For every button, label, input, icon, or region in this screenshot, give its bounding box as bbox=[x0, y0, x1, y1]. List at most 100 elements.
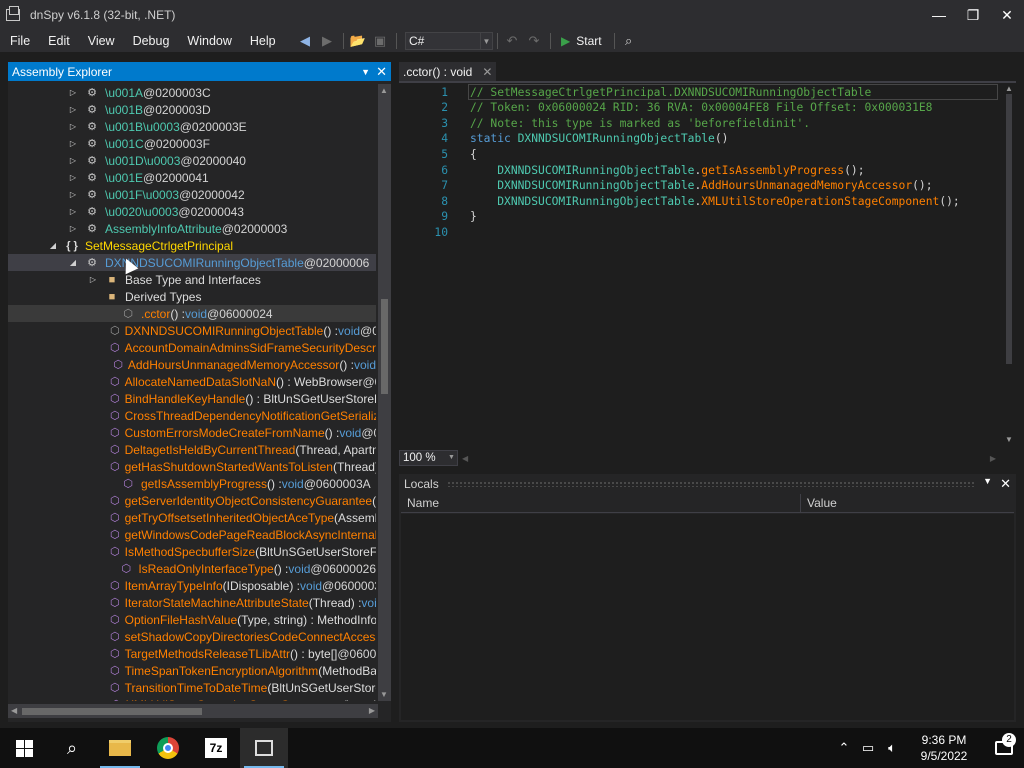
tree-item-method[interactable]: ⬡ getServerIdentityObjectConsistencyGuara… bbox=[8, 492, 376, 509]
navigate-back-icon[interactable]: ◀ bbox=[295, 32, 315, 50]
scroll-down-icon[interactable]: ▼ bbox=[1005, 435, 1013, 444]
code-line[interactable]: 8 DXNNDSUCOMIRunningObjectTable.XMLUtilS… bbox=[399, 193, 999, 209]
maximize-button[interactable]: ❐ bbox=[956, 0, 990, 30]
close-panel-icon[interactable]: ✕ bbox=[1000, 476, 1011, 492]
7zip-taskbar-button[interactable]: 7z bbox=[192, 728, 240, 768]
clock[interactable]: 9:36 PM 9/5/2022 bbox=[904, 732, 984, 764]
tree-item-method[interactable]: ⬡ CrossThreadDependencyNotificationGetSer… bbox=[8, 407, 376, 424]
expand-arrow-icon[interactable]: ◢ bbox=[48, 241, 58, 250]
drag-grip[interactable] bbox=[446, 480, 976, 487]
tree-item-method[interactable]: ⬡ getIsAssemblyProgress() : void @0600003… bbox=[8, 475, 376, 492]
tree-item-method[interactable]: ⬡ getTryOffsetsetInheritedObjectAceType (A… bbox=[8, 509, 376, 526]
tree-horizontal-scrollbar[interactable]: ◀ ▶ bbox=[8, 704, 378, 718]
minimize-button[interactable]: — bbox=[922, 0, 956, 30]
start-menu-button[interactable] bbox=[0, 728, 48, 768]
tree-item-type[interactable]: ▷ ⚙ \u001B @0200003D bbox=[8, 101, 376, 118]
tree-item-type[interactable]: ▷ ⚙ \u001D\u0003 @02000040 bbox=[8, 152, 376, 169]
action-center-button[interactable]: 2 bbox=[984, 733, 1024, 755]
code-line[interactable]: 3 // Note: this type is marked as 'before… bbox=[399, 115, 999, 131]
expand-arrow-icon[interactable]: ▷ bbox=[68, 105, 78, 114]
editor-horizontal-scrollbar[interactable]: ◀ ▶ bbox=[458, 451, 1016, 465]
code-line[interactable]: 2 // Token: 0x06000024 RID: 36 RVA: 0x000… bbox=[399, 100, 999, 116]
tree-item-namespace[interactable]: ◢ { } SetMessageCtrlgetPrincipal bbox=[8, 237, 376, 254]
expand-arrow-icon[interactable]: ▷ bbox=[68, 122, 78, 131]
tree-item-method[interactable]: ⬡ .cctor() : void @06000024 bbox=[8, 305, 376, 322]
tree-item-method[interactable]: ⬡ IteratorStateMachineAttributeState (Thre… bbox=[8, 594, 376, 611]
code-view[interactable]: 1 // SetMessageCtrlgetPrincipal.DXNNDSUCO… bbox=[399, 84, 999, 444]
tree-vertical-scrollbar[interactable]: ▲ ▼ bbox=[378, 84, 391, 701]
tab-cctor[interactable]: .cctor() : void ✕ bbox=[399, 62, 497, 81]
panel-menu-icon[interactable]: ▼ bbox=[361, 67, 370, 77]
tree-item-method[interactable]: ⬡ DeltagetIsHeldByCurrentThread (Thread, A… bbox=[8, 441, 376, 458]
menu-debug[interactable]: Debug bbox=[123, 34, 178, 48]
menu-window[interactable]: Window bbox=[177, 34, 239, 48]
search-taskbar-button[interactable]: ⌕ bbox=[48, 728, 96, 768]
code-line[interactable]: 9} bbox=[399, 209, 999, 225]
scroll-thumb[interactable] bbox=[1006, 94, 1012, 364]
tree-item-method[interactable]: ⬡ BindHandleKeyHandle() : BltUnSGetUserSt… bbox=[8, 390, 376, 407]
tree-item-type[interactable]: ▷ ⚙ \u001A @0200003C bbox=[8, 84, 376, 101]
start-debugging-button[interactable]: ▶ Start bbox=[561, 34, 602, 48]
tree-item-method[interactable]: ⬡ OptionFileHashValue (Type, string) : Met… bbox=[8, 611, 376, 628]
expand-arrow-icon[interactable]: ▷ bbox=[68, 156, 78, 165]
tree-item-method[interactable]: ⬡ AddHoursUnmanagedMemoryAccessor() : voi… bbox=[8, 356, 376, 373]
close-tab-icon[interactable]: ✕ bbox=[482, 65, 492, 79]
tree-item-method[interactable]: ⬡ ItemArrayTypeInfo (IDisposable) : void @… bbox=[8, 577, 376, 594]
menu-view[interactable]: View bbox=[78, 34, 123, 48]
expand-arrow-icon[interactable]: ▷ bbox=[68, 173, 78, 182]
tree-item-method[interactable]: ⬡ XMLUtilStoreOperationStageComponent() :… bbox=[8, 696, 376, 702]
menu-edit[interactable]: Edit bbox=[38, 34, 78, 48]
scroll-left-icon[interactable]: ◀ bbox=[462, 454, 468, 463]
expand-arrow-icon[interactable]: ▷ bbox=[68, 88, 78, 97]
tree-item-method[interactable]: ⬡ AllocateNamedDataSlotNaN() : WebBrowser… bbox=[8, 373, 376, 390]
tree-item-method[interactable]: ⬡ IsReadOnlyInterfaceType() : void @06000… bbox=[8, 560, 376, 577]
open-folder-icon[interactable]: 📂 bbox=[348, 32, 368, 50]
tree-item-method[interactable]: ⬡ CustomErrorsModeCreateFromName() : void… bbox=[8, 424, 376, 441]
save-all-icon[interactable]: ▣ bbox=[370, 32, 390, 50]
tree-item-method[interactable]: ⬡ TimeSpanTokenEncryptionAlgorithm (Method… bbox=[8, 662, 376, 679]
undo-icon[interactable]: ↶ bbox=[502, 32, 522, 50]
menu-file[interactable]: File bbox=[0, 34, 38, 48]
code-line[interactable]: 5{ bbox=[399, 146, 999, 162]
tree-item-method[interactable]: ⬡ IsMethodSpecbufferSize (BltUnSGetUserSto… bbox=[8, 543, 376, 560]
tree-item-type[interactable]: ▷ ⚙ \u001E @02000041 bbox=[8, 169, 376, 186]
close-window-button[interactable]: ✕ bbox=[990, 0, 1024, 30]
language-select[interactable]: C# ▼ bbox=[405, 32, 493, 50]
tree-item-method[interactable]: ⬡ AccountDomainAdminsSidFrameSecurityDesc… bbox=[8, 339, 376, 356]
expand-arrow-icon[interactable]: ▷ bbox=[68, 139, 78, 148]
chrome-taskbar-button[interactable] bbox=[144, 728, 192, 768]
scroll-left-icon[interactable]: ◀ bbox=[11, 706, 17, 715]
file-explorer-taskbar-button[interactable] bbox=[96, 728, 144, 768]
chevron-up-icon[interactable]: ⌃ bbox=[832, 740, 856, 756]
menu-help[interactable]: Help bbox=[240, 34, 284, 48]
code-line[interactable]: 4 static DXNNDSUCOMIRunningObjectTable() bbox=[399, 131, 999, 147]
volume-icon[interactable]: 🔈︎ bbox=[880, 740, 904, 756]
expand-arrow-icon[interactable]: ▷ bbox=[68, 190, 78, 199]
scroll-up-icon[interactable]: ▲ bbox=[1005, 84, 1013, 93]
scroll-up-icon[interactable]: ▲ bbox=[380, 86, 388, 95]
zoom-select[interactable]: 100 % ▼ bbox=[399, 449, 458, 466]
tree-item-type[interactable]: ▷ ⚙ \u001C @0200003F bbox=[8, 135, 376, 152]
scroll-right-icon[interactable]: ▶ bbox=[369, 706, 375, 715]
expand-arrow-icon[interactable]: ◢ bbox=[68, 258, 78, 267]
redo-icon[interactable]: ↷ bbox=[524, 32, 544, 50]
editor-vertical-scrollbar[interactable]: ▲ ▼ bbox=[1002, 84, 1016, 444]
tree-item-type[interactable]: ▷ ⚙ AssemblyInfoAttribute @02000003 bbox=[8, 220, 376, 237]
column-header-name[interactable]: Name bbox=[401, 493, 801, 513]
locals-list[interactable] bbox=[401, 514, 1014, 720]
tree-item-type[interactable]: ▷ ⚙ \u0020\u0003 @02000043 bbox=[8, 203, 376, 220]
dnspy-taskbar-button[interactable] bbox=[240, 728, 288, 768]
tree-item-folder[interactable]: ■ Derived Types bbox=[8, 288, 376, 305]
close-panel-icon[interactable]: ✕ bbox=[376, 64, 387, 80]
column-header-value[interactable]: Value bbox=[801, 494, 837, 513]
tree-item-method[interactable]: ⬡ getWindowsCodePageReadBlockAsyncInterna… bbox=[8, 526, 376, 543]
assembly-tree[interactable]: ▷ ⚙ \u001A @0200003C ▷ ⚙ \u001B @0200003D ▷ ⚙ \u00… bbox=[8, 84, 376, 701]
tree-item-type[interactable]: ▷ ⚙ \u001B\u0003 @0200003E bbox=[8, 118, 376, 135]
panel-menu-icon[interactable]: ▼ bbox=[983, 476, 992, 492]
scroll-thumb[interactable] bbox=[381, 299, 388, 394]
code-line[interactable]: 6 DXNNDSUCOMIRunningObjectTable.getIsAss… bbox=[399, 162, 999, 178]
code-line[interactable]: 10 bbox=[399, 224, 999, 240]
code-line[interactable]: 7 DXNNDSUCOMIRunningObjectTable.AddHours… bbox=[399, 178, 999, 194]
tree-item-method[interactable]: ⬡ DXNNDSUCOMIRunningObjectTable() : void … bbox=[8, 322, 376, 339]
scroll-down-icon[interactable]: ▼ bbox=[380, 690, 388, 699]
